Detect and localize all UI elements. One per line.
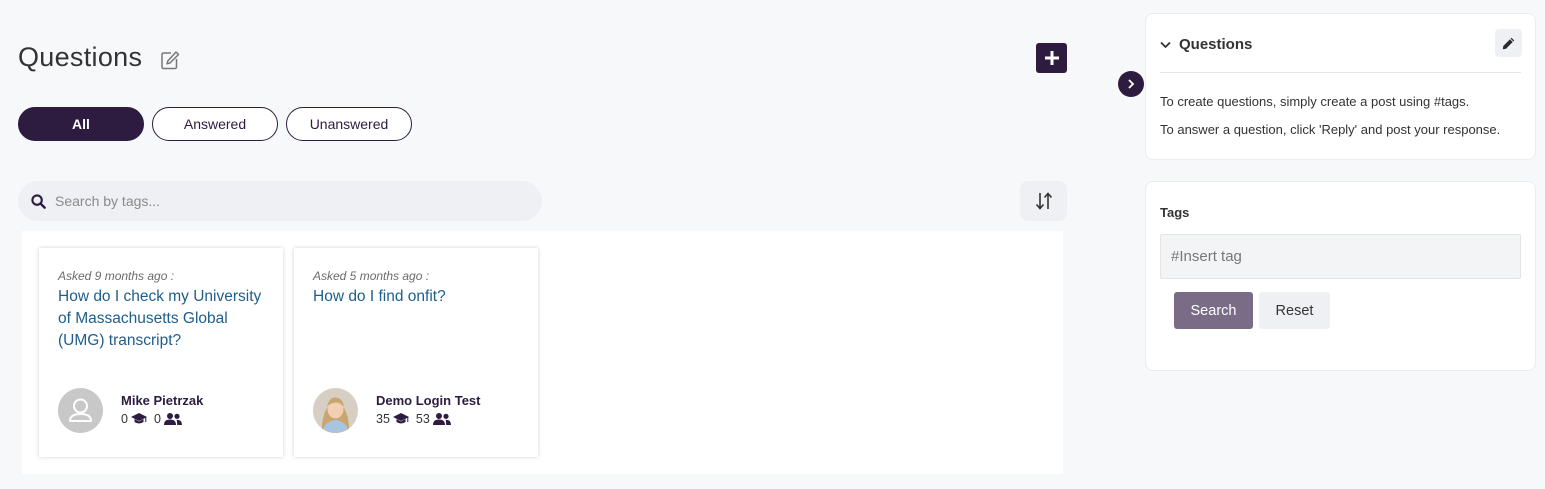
chevron-down-icon [1160,41,1171,48]
plus-icon [1044,51,1059,65]
edit-panel-button[interactable] [1495,29,1522,57]
sort-icon [1035,192,1052,210]
question-title-link[interactable]: How do I check my University of Massachu… [58,286,270,352]
search-icon [31,193,46,209]
questions-panel-title: Questions [1179,36,1253,53]
add-question-button[interactable] [1036,43,1067,73]
tag-search-bar [18,181,542,221]
graduation-cap-icon [392,413,409,424]
tags-label: Tags [1160,205,1190,220]
default-avatar-icon [58,388,103,433]
user-photo-avatar [313,388,358,433]
author-stats: 0 0 [121,412,182,426]
question-card[interactable]: Asked 9 months ago : How do I check my U… [39,248,283,457]
pencil-icon [1502,37,1515,49]
question-title-link[interactable]: How do I find onfit? [313,286,525,308]
filter-unanswered-button[interactable]: Unanswered [286,107,412,141]
main-content: Questions All Answered Unanswered Asked … [0,0,1130,489]
question-card[interactable]: Asked 5 months ago : How do I find onfit… [294,248,538,457]
reset-button[interactable]: Reset [1259,292,1330,329]
chevron-right-icon [1128,79,1135,89]
filter-tabs: All Answered Unanswered [18,107,412,141]
sort-button[interactable] [1020,181,1067,221]
questions-list: Asked 9 months ago : How do I check my U… [22,231,1063,474]
page-title: Questions [18,42,143,72]
tags-panel: Tags Search Reset [1145,181,1536,371]
author-name[interactable]: Demo Login Test [376,393,480,408]
search-button[interactable]: Search [1174,292,1253,329]
questions-info-panel: Questions To create questions, simply cr… [1145,13,1536,160]
divider [1160,72,1521,73]
search-input[interactable] [55,193,505,209]
answer-instructions: To answer a question, click 'Reply' and … [1160,122,1501,137]
author-name[interactable]: Mike Pietrzak [121,393,203,408]
asked-time: Asked 9 months ago : [58,269,175,283]
users-icon [163,413,182,425]
learning-count: 35 [376,412,390,426]
graduation-cap-icon [130,413,147,424]
create-instructions: To create questions, simply create a pos… [1160,94,1470,109]
connections-count: 0 [153,412,161,426]
filter-answered-button[interactable]: Answered [152,107,278,141]
users-icon [432,413,451,425]
asked-time: Asked 5 months ago : [313,269,430,283]
learning-count: 0 [121,412,128,426]
tag-input[interactable] [1160,234,1521,279]
questions-panel-toggle[interactable]: Questions [1160,36,1252,53]
edit-title-icon[interactable] [160,50,180,70]
collapse-sidebar-button[interactable] [1118,71,1144,97]
filter-all-button[interactable]: All [18,107,144,141]
author-stats: 35 53 [376,412,451,426]
connections-count: 53 [415,412,430,426]
